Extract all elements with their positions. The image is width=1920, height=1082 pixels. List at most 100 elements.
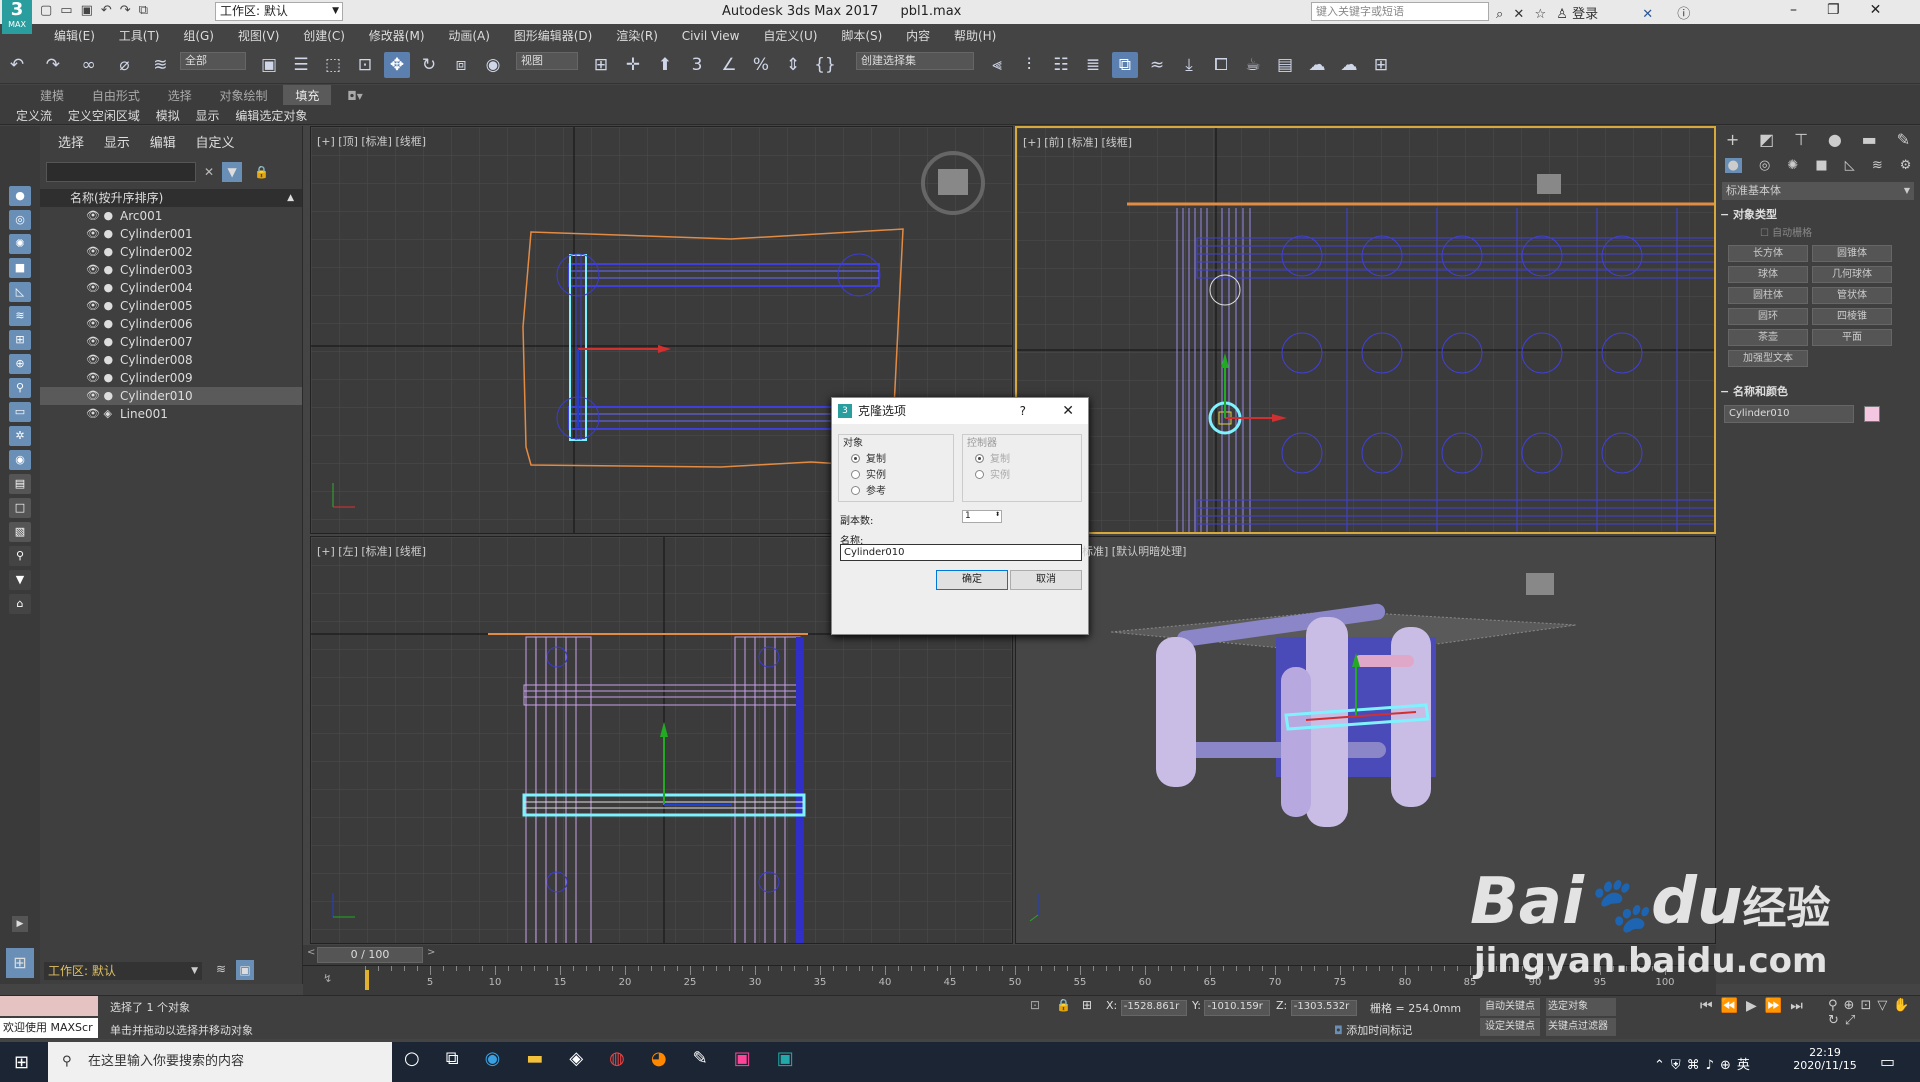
tube-button[interactable]: 管状体 [1812, 287, 1892, 304]
close-icon[interactable]: ✕ [1062, 398, 1074, 424]
shapes-icon[interactable]: ◎ [1759, 158, 1770, 173]
ref-coord-dropdown[interactable]: 视图 [516, 52, 578, 70]
plane-button[interactable]: 平面 [1812, 329, 1892, 346]
login-link[interactable]: 登录 [1572, 7, 1598, 22]
undo-icon[interactable]: ↶ [101, 3, 120, 18]
volume-icon[interactable]: ♪ [1706, 1058, 1720, 1073]
rect-region-icon[interactable]: ⬚ [320, 52, 346, 78]
cortana-icon[interactable]: ○ [404, 1048, 446, 1069]
auto-key-button[interactable]: 自动关键点 [1480, 998, 1540, 1016]
spacewarps-icon[interactable]: ≋ [1872, 158, 1883, 173]
maximize-icon[interactable]: ⤢ [1845, 1013, 1861, 1028]
utilities-tab-icon[interactable]: ✎ [1897, 130, 1910, 149]
visibility-icon[interactable]: 👁 ● [86, 225, 113, 243]
prev-key-icon[interactable]: ⏪ [1721, 998, 1746, 1014]
display-spacewarps-icon[interactable]: ≋ [9, 306, 31, 326]
display-all-icon[interactable]: ▤ [9, 474, 31, 494]
list-item[interactable]: 👁 ● Cylinder008 [40, 351, 302, 369]
workspace-selector[interactable]: 工作区: 默认 ▼ [44, 962, 202, 980]
rollout-object-type[interactable]: − 对象类型 [1720, 206, 1916, 222]
taskbar-search[interactable]: ⚲ 在这里输入你要搜索的内容 [48, 1042, 392, 1082]
render-setup-icon[interactable]: ⧠ [1208, 52, 1234, 78]
display-groups-icon[interactable]: ⊞ [9, 330, 31, 350]
tab-display[interactable]: 显示 [96, 126, 138, 157]
display-geometry-icon[interactable]: ● [9, 186, 31, 206]
mirror-icon[interactable]: ⫷ [984, 52, 1010, 78]
next-frame-icon[interactable]: > [427, 947, 435, 958]
language-icon[interactable]: ⊕ [1720, 1058, 1737, 1073]
ribbon-options-icon[interactable]: ◘▾ [335, 87, 375, 105]
display-xrefs-icon[interactable]: ⊕ [9, 354, 31, 374]
viewport-front[interactable]: [+] [前] [标准] [线框] [1015, 126, 1716, 534]
funnel-icon[interactable]: ▼ [9, 570, 31, 590]
select-scale-icon[interactable]: ⧈ [448, 52, 474, 78]
teapot-button[interactable]: 茶壶 [1728, 329, 1808, 346]
visibility-icon[interactable]: 👁 ● [86, 387, 113, 405]
link-icon[interactable]: ∞ [76, 52, 102, 78]
create-tab-icon[interactable]: + [1726, 130, 1739, 149]
display-containers-icon[interactable]: ▭ [9, 402, 31, 422]
hierarchy-tab-icon[interactable]: ⊤ [1794, 130, 1808, 149]
maxscript-listener[interactable] [0, 996, 98, 1016]
clear-icon[interactable]: ✕ [204, 165, 214, 179]
menu-views[interactable]: 视图(V) [228, 24, 290, 47]
prev-frame-icon[interactable]: < [307, 947, 315, 958]
list-item[interactable]: 👁 ● Cylinder004 [40, 279, 302, 297]
tab-edit[interactable]: 编辑 [142, 126, 184, 157]
simulate[interactable]: 模拟 [150, 105, 186, 126]
list-item[interactable]: 👁 ● Cylinder009 [40, 369, 302, 387]
menu-help[interactable]: 帮助(H) [944, 24, 1006, 47]
spinner-arrows-icon[interactable]: ⬍ [995, 511, 1000, 518]
list-item[interactable]: 👁 ● Cylinder010 [40, 387, 302, 405]
visibility-icon[interactable]: 👁 ● [86, 261, 113, 279]
undo-icon[interactable]: ↶ [4, 52, 30, 78]
app-logo[interactable]: 3 MAX [2, 0, 32, 34]
geosphere-button[interactable]: 几何球体 [1812, 266, 1892, 283]
schematic-icon[interactable]: ≈ [1144, 52, 1170, 78]
align-icon[interactable]: ⫶ [1016, 52, 1042, 78]
list-item[interactable]: 👁 ● Cylinder003 [40, 261, 302, 279]
menu-graph-editors[interactable]: 图形编辑器(D) [504, 24, 603, 47]
copies-spinner[interactable]: 1 ⬍ [962, 510, 1002, 523]
help-button[interactable]: ? [1020, 398, 1026, 424]
geometry-icon[interactable]: ● [1724, 157, 1742, 173]
rollout-name-color[interactable]: − 名称和颜色 [1720, 383, 1916, 399]
project-icon[interactable]: ⧉ [139, 3, 156, 18]
redo-icon[interactable]: ↷ [40, 52, 66, 78]
goto-end-icon[interactable]: ⏭ [1790, 998, 1811, 1014]
close-icon[interactable]: ✕ [1870, 2, 1912, 18]
viewport-top-label[interactable]: [+] [顶] [标准] [线框] [317, 133, 426, 149]
filter-icon[interactable]: ▼ [222, 162, 243, 182]
select-move-icon[interactable]: ✥ [384, 52, 410, 78]
play-icon[interactable]: ▶ [1746, 998, 1765, 1014]
menu-edit[interactable]: 编辑(E) [44, 24, 105, 47]
set-key-button[interactable]: 设定关键点 [1480, 1018, 1540, 1036]
display-helpers-icon[interactable]: ◺ [9, 282, 31, 302]
layers-icon[interactable]: ≋ [216, 962, 226, 976]
menu-civil-view[interactable]: Civil View [672, 26, 750, 46]
visibility-icon[interactable]: 👁 ● [86, 351, 113, 369]
pin-icon[interactable]: ✕ [1513, 7, 1524, 22]
visibility-icon[interactable]: 👁 ● [86, 333, 113, 351]
save-icon[interactable]: ▣ [81, 3, 101, 18]
window-crossing-icon[interactable]: ⊡ [352, 52, 378, 78]
3dsmax-taskbar-icon[interactable]: ▣ [777, 1048, 820, 1069]
select-by-name-icon[interactable]: ☰ [288, 52, 314, 78]
sphere-button[interactable]: 球体 [1728, 266, 1808, 283]
maxscript-label[interactable]: 欢迎使用 MAXScr [0, 1018, 98, 1038]
viewport-left-label[interactable]: [+] [左] [标准] [线框] [317, 543, 426, 559]
firefox-icon[interactable]: ◕ [651, 1048, 693, 1069]
lights-icon[interactable]: ✺ [1787, 158, 1798, 173]
render-icon[interactable]: ▤ [1272, 52, 1298, 78]
visibility-icon[interactable]: 👁 ● [86, 315, 113, 333]
autogrid-checkbox[interactable]: ☐ 自动栅格 [1760, 224, 1920, 239]
help-icon[interactable]: ⓘ [1677, 7, 1690, 22]
tab-selection[interactable]: 选择 [156, 85, 204, 106]
search-input[interactable]: 键入关键字或短语 [1311, 2, 1489, 21]
tab-freeform[interactable]: 自由形式 [80, 85, 152, 106]
visibility-icon[interactable]: 👁 ● [86, 297, 113, 315]
time-slider-thumb[interactable]: 0 / 100 [317, 947, 423, 963]
menu-customize[interactable]: 自定义(U) [753, 24, 827, 47]
helpers-icon[interactable]: ◺ [1845, 158, 1855, 173]
edit-selected[interactable]: 编辑选定对象 [229, 105, 313, 126]
